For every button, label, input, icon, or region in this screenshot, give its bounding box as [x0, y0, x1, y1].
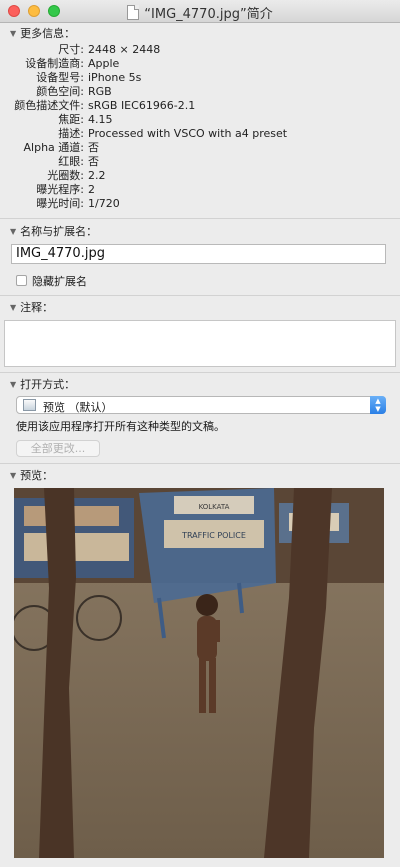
- info-value: 4.15: [88, 113, 113, 126]
- info-row-dimensions: 尺寸: 2448 × 2448: [0, 43, 400, 57]
- preview-app-icon: [23, 399, 36, 411]
- title-bar: “IMG_4770.jpg”简介: [0, 0, 400, 23]
- comments-header[interactable]: ▼ 注释：: [10, 299, 53, 315]
- sign-traffic-police: TRAFFIC POLICE: [181, 531, 246, 540]
- info-value: RGB: [88, 85, 112, 98]
- preview-header-label: 预览：: [20, 469, 54, 482]
- chevron-updown-icon[interactable]: ▲ ▼: [370, 396, 386, 414]
- divider: [0, 463, 400, 464]
- info-row-model: 设备型号: iPhone 5s: [0, 71, 400, 85]
- info-label: Alpha 通道:: [23, 141, 84, 154]
- more-info-header[interactable]: ▼ 更多信息：: [10, 25, 75, 41]
- info-value: 2: [88, 183, 95, 196]
- info-value: Apple: [88, 57, 120, 70]
- info-row-exposure-time: 曝光时间: 1/720: [0, 197, 400, 211]
- info-value: 2448 × 2448: [88, 43, 161, 56]
- name-ext-header-label: 名称与扩展名：: [20, 225, 98, 238]
- preview-header[interactable]: ▼ 预览：: [10, 467, 53, 483]
- divider: [0, 372, 400, 373]
- info-label: 曝光时间:: [36, 197, 84, 210]
- info-row-exposure-program: 曝光程序: 2: [0, 183, 400, 197]
- disclosure-triangle-icon[interactable]: ▼: [10, 471, 16, 480]
- open-with-selected: 预览 （默认）: [43, 401, 113, 414]
- disclosure-triangle-icon[interactable]: ▼: [10, 380, 16, 389]
- info-row-color-space: 颜色空间: RGB: [0, 85, 400, 99]
- divider: [0, 218, 400, 219]
- info-value: sRGB IEC61966-2.1: [88, 99, 196, 112]
- disclosure-triangle-icon[interactable]: ▼: [10, 303, 16, 312]
- info-row-focal-length: 焦距: 4.15: [0, 113, 400, 127]
- info-value: 否: [88, 155, 99, 168]
- info-label: 设备型号:: [36, 71, 84, 84]
- info-row-maker: 设备制造商: Apple: [0, 57, 400, 71]
- window-title: “IMG_4770.jpg”简介: [144, 7, 273, 22]
- disclosure-triangle-icon[interactable]: ▼: [10, 227, 16, 236]
- info-row-f-number: 光圈数: 2.2: [0, 169, 400, 183]
- info-label: 设备制造商:: [25, 57, 84, 70]
- disclosure-triangle-icon[interactable]: ▼: [10, 29, 16, 38]
- preview-image: KOLKATA TRAFFIC POLICE: [14, 488, 384, 858]
- info-value: 1/720: [88, 197, 120, 210]
- info-row-description: 描述: Processed with VSCO with a4 preset: [0, 127, 400, 141]
- info-label: 曝光程序:: [36, 183, 84, 196]
- name-ext-header[interactable]: ▼ 名称与扩展名：: [10, 223, 97, 239]
- open-with-header[interactable]: ▼ 打开方式：: [10, 376, 75, 392]
- info-row-red-eye: 红眼: 否: [0, 155, 400, 169]
- info-value: Processed with VSCO with a4 preset: [88, 127, 288, 140]
- info-label: 描述:: [58, 127, 84, 140]
- info-row-color-profile: 颜色描述文件: sRGB IEC61966-2.1: [0, 99, 400, 113]
- info-label: 颜色空间:: [36, 85, 84, 98]
- open-with-select[interactable]: 预览 （默认） ▲ ▼: [16, 396, 386, 414]
- open-with-header-label: 打开方式：: [20, 378, 76, 391]
- hide-extension-checkbox[interactable]: [16, 275, 27, 286]
- info-row-alpha: Alpha 通道: 否: [0, 141, 400, 155]
- change-all-button[interactable]: 全部更改...: [16, 440, 100, 457]
- info-label: 焦距:: [58, 113, 84, 126]
- info-value: iPhone 5s: [88, 71, 142, 84]
- info-label: 颜色描述文件:: [14, 99, 84, 112]
- document-icon: [127, 5, 140, 20]
- comments-header-label: 注释：: [20, 301, 54, 314]
- info-label: 尺寸:: [58, 43, 84, 56]
- sign-kolkata: KOLKATA: [199, 503, 230, 511]
- filename-field[interactable]: IMG_4770.jpg: [11, 244, 386, 264]
- window-title-area: “IMG_4770.jpg”简介: [0, 3, 400, 22]
- comments-textarea[interactable]: [4, 320, 396, 367]
- info-value: 否: [88, 141, 99, 154]
- preview-photo: KOLKATA TRAFFIC POLICE: [14, 488, 384, 858]
- info-label: 红眼:: [58, 155, 84, 168]
- open-with-hint: 使用该应用程序打开所有这种类型的文稿。: [16, 420, 225, 433]
- info-value: 2.2: [88, 169, 106, 182]
- info-label: 光圈数:: [47, 169, 84, 182]
- more-info-header-label: 更多信息：: [20, 27, 76, 40]
- divider: [0, 295, 400, 296]
- hide-extension-label[interactable]: 隐藏扩展名: [32, 273, 87, 289]
